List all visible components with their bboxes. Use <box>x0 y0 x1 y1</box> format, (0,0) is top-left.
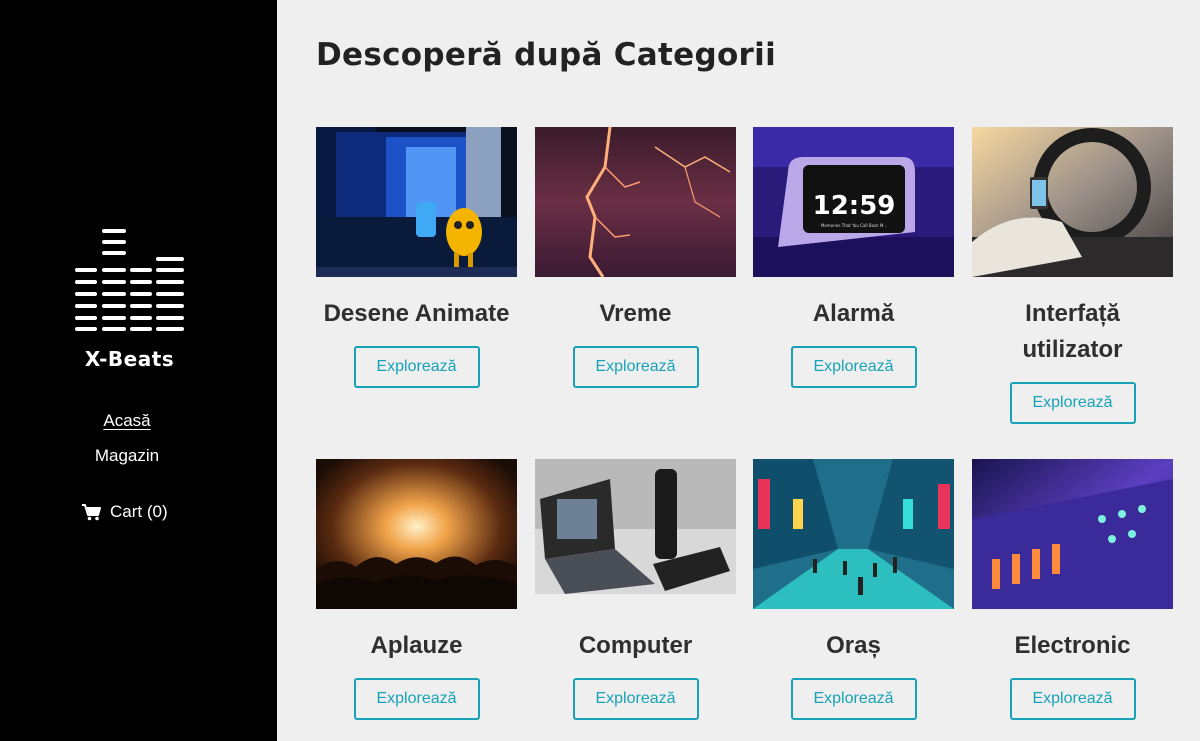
category-image[interactable] <box>316 127 517 277</box>
explore-button[interactable]: Explorează <box>1009 382 1136 424</box>
category-image[interactable]: 12:59 Memories That You Call Back M... <box>753 127 954 277</box>
shopping-cart-icon <box>82 503 101 520</box>
clock-caption: Memories That You Call Back M... <box>821 223 887 228</box>
nav-home-label: Acasă <box>103 411 151 430</box>
category-card-city: Oraș Explorează <box>753 459 954 720</box>
category-name: Desene Animate <box>323 300 510 327</box>
equalizer-bars-icon <box>75 229 184 331</box>
explore-button[interactable]: Explorează <box>572 346 699 388</box>
category-card-cartoons: Desene Animate Explorează <box>316 127 517 388</box>
explore-button[interactable]: Explorează <box>353 346 480 388</box>
page-title: Descoperă după Categorii <box>316 37 776 73</box>
category-name: Oraș <box>826 632 881 659</box>
category-image[interactable] <box>972 459 1173 609</box>
nav-shop-label: Magazin <box>94 446 160 465</box>
category-image[interactable] <box>535 127 736 277</box>
category-card-electronic: Electronic Explorează <box>972 459 1173 720</box>
category-name: Alarmă <box>812 300 895 327</box>
explore-button[interactable]: Explorează <box>353 678 480 720</box>
category-card-ui: Interfață utilizator Explorează <box>972 127 1173 424</box>
explore-button[interactable]: Explorează <box>572 678 699 720</box>
explore-button[interactable]: Explorează <box>1009 678 1136 720</box>
category-card-weather: Vreme Explorează <box>535 127 736 388</box>
category-name: Vreme <box>599 300 672 327</box>
category-image[interactable] <box>972 127 1173 277</box>
category-card-computer: Computer Explorează <box>535 459 736 720</box>
category-image[interactable] <box>753 459 954 609</box>
explore-button[interactable]: Explorează <box>790 678 917 720</box>
category-name: Interfață utilizator <box>1022 300 1123 363</box>
clock-time: 12:59 <box>813 191 896 221</box>
brand-name: X-Beats <box>84 347 175 371</box>
category-image[interactable] <box>535 459 736 609</box>
category-name: Computer <box>578 632 693 659</box>
explore-button[interactable]: Explorează <box>790 346 917 388</box>
category-name: Electronic <box>1014 632 1131 659</box>
cart-label: Cart (0) <box>110 502 168 521</box>
nav-home-link[interactable]: Acasă <box>0 411 254 431</box>
nav-shop-link[interactable]: Magazin <box>0 446 254 466</box>
cart-link[interactable]: Cart (0) <box>82 502 168 522</box>
main-content: Descoperă după Categorii Desene Animate <box>277 0 1200 741</box>
category-name: Aplauze <box>370 632 463 659</box>
category-image[interactable] <box>316 459 517 609</box>
sidebar: X-Beats Acasă Magazin Cart (0) <box>0 0 277 741</box>
category-card-alarm: 12:59 Memories That You Call Back M... A… <box>753 127 954 388</box>
category-card-applause: Aplauze Explorează <box>316 459 517 720</box>
